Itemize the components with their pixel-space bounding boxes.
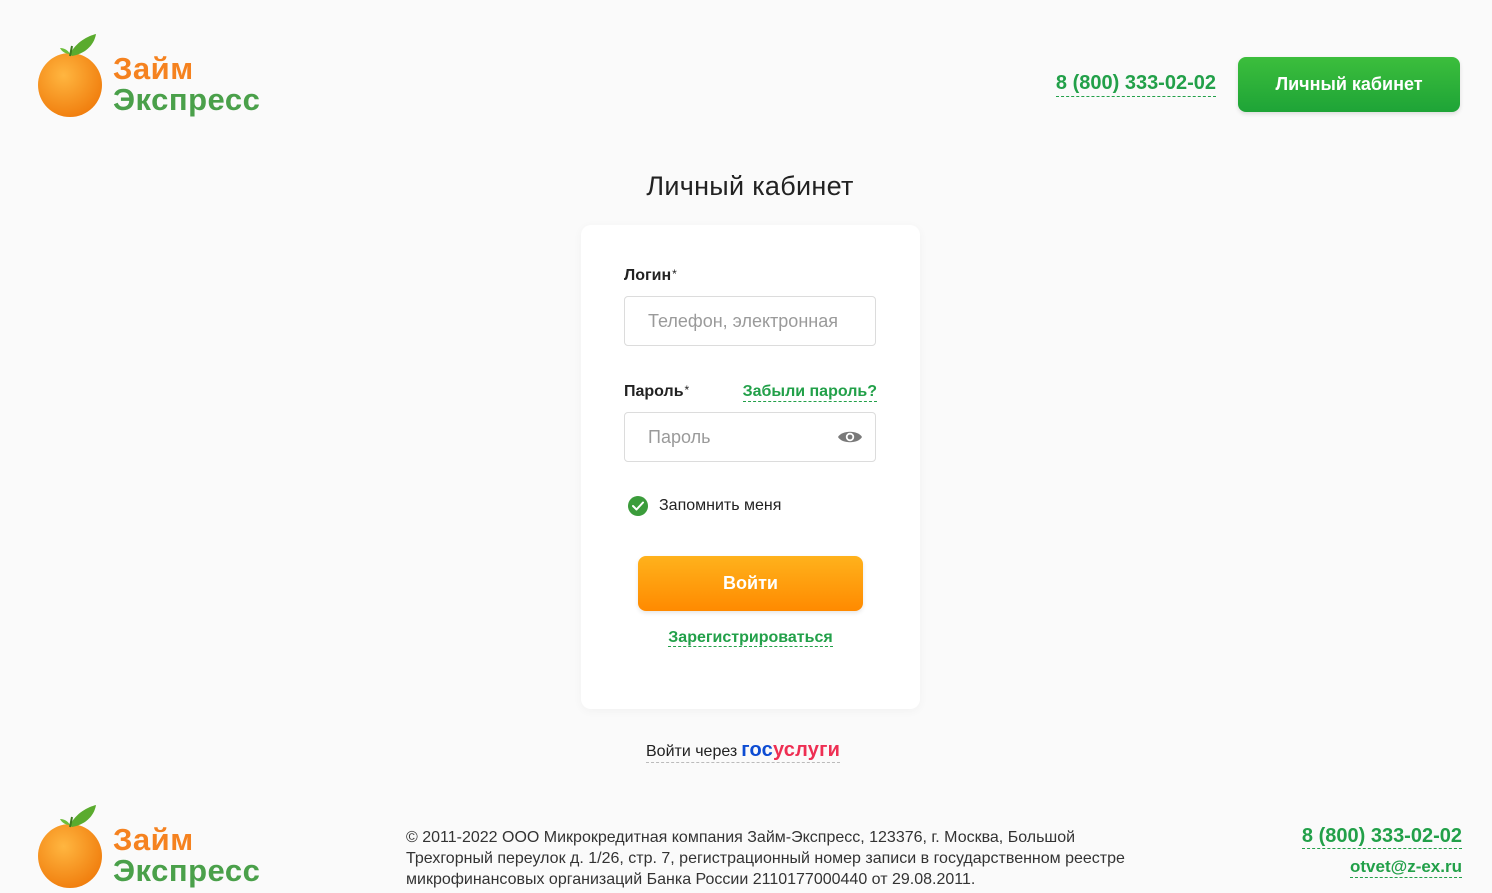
gosuslugi-logo: госуслуги [741, 739, 840, 762]
header-phone-link[interactable]: 8 (800) 333-02-02 [1055, 72, 1216, 97]
personal-cabinet-button[interactable]: Личный кабинет [1238, 57, 1460, 112]
password-label: Пароль* [624, 383, 689, 401]
orange-logo-icon [38, 34, 102, 117]
login-card: Логин* Пароль* Забыли пароль? Запомнить … [581, 225, 920, 709]
page-title: Личный кабинет [646, 171, 854, 201]
required-mark: * [684, 383, 690, 397]
register-row: Зарегистрироваться [581, 629, 920, 647]
register-link[interactable]: Зарегистрироваться [668, 629, 833, 647]
page: Займ Экспресс 8 (800) 333-02-02 Личный к… [0, 0, 1492, 893]
footer-phone-link[interactable]: 8 (800) 333-02-02 [1301, 825, 1462, 849]
login-submit-button[interactable]: Войти [638, 556, 863, 611]
footer-email-link[interactable]: otvet@z-ex.ru [1350, 857, 1462, 878]
remember-me-label: Запомнить меня [659, 497, 782, 514]
gosuslugi-logo-part1: гос [741, 739, 773, 761]
gosuslugi-login-link[interactable]: Войти через госуслуги [646, 739, 841, 763]
gosuslugi-prefix: Войти через [646, 743, 738, 760]
footer-legal-text: © 2011-2022 ООО Микрокредитная компания … [406, 829, 1125, 888]
logo[interactable]: Займ Экспресс [36, 32, 276, 122]
forgot-password-link[interactable]: Забыли пароль? [742, 383, 877, 402]
required-mark: * [672, 267, 677, 281]
password-label-text: Пароль [624, 383, 684, 400]
gosuslugi-logo-part2: услуги [772, 739, 841, 761]
footer-logo[interactable]: Займ Экспресс [36, 803, 276, 893]
logo-text-line2: Экспресс [113, 82, 261, 117]
checkmark-icon [628, 496, 648, 516]
login-input[interactable] [624, 296, 876, 346]
logo-text-line2: Экспресс [113, 853, 261, 888]
login-label: Логин* [624, 267, 677, 285]
remember-me-checkbox[interactable]: Запомнить меня [628, 495, 781, 517]
eye-icon[interactable] [836, 425, 864, 449]
login-label-text: Логин [624, 267, 672, 284]
orange-logo-icon [38, 805, 102, 888]
